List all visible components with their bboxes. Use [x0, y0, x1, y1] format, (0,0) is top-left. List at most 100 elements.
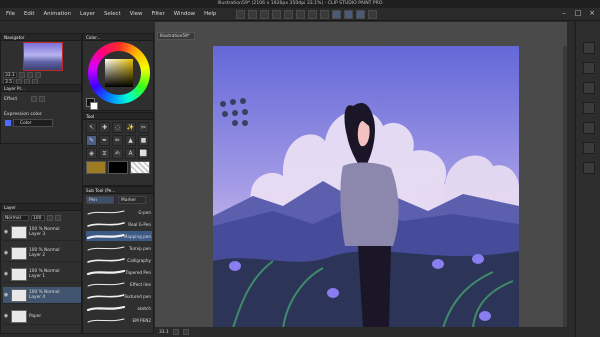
menu-layer[interactable]: Layer: [80, 11, 95, 17]
sub-color-swatch[interactable]: [90, 102, 98, 110]
layer-row[interactable]: ◉ 100 % Normal Layer 1: [3, 266, 81, 283]
saturation-value-box[interactable]: [105, 59, 133, 87]
settings-panel-icon[interactable]: [583, 142, 595, 154]
menu-filter[interactable]: Filter: [151, 11, 164, 17]
pen-tool-icon[interactable]: ✎: [86, 135, 97, 146]
eye-icon[interactable]: ◉: [3, 292, 9, 298]
tab-color[interactable]: Color...: [86, 35, 101, 40]
brush-item[interactable]: Tapered Pen: [86, 267, 152, 277]
opacity-field[interactable]: 100: [31, 214, 45, 221]
brush-item[interactable]: Effect line: [86, 279, 152, 289]
brush-item[interactable]: Calligraphy: [86, 255, 152, 265]
tab-subtool[interactable]: Sub Tool (Pe...: [86, 188, 115, 193]
layer-row[interactable]: ◉ 100 % Normal Layer 2: [3, 245, 81, 262]
auto-select-tool-icon[interactable]: ✨: [125, 122, 136, 133]
menu-file[interactable]: File: [6, 11, 15, 17]
ruler-icon[interactable]: [344, 10, 353, 19]
operation-tool-icon[interactable]: ✚: [99, 122, 110, 133]
layer-row[interactable]: ◉ 100 % Normal Layer 4: [3, 287, 81, 304]
brush-item[interactable]: G-pen: [86, 207, 152, 217]
brush-item[interactable]: Textured pen: [86, 291, 152, 301]
document-tab[interactable]: Illustration59*: [157, 32, 195, 40]
brush-item[interactable]: EM PEN2: [86, 315, 152, 325]
fill-tool-icon[interactable]: ◈: [86, 148, 97, 159]
eraser-tool-icon[interactable]: ■: [138, 135, 149, 146]
redo-icon[interactable]: [284, 10, 293, 19]
eyedropper-tool-icon[interactable]: ✂: [138, 122, 149, 133]
settings-icon[interactable]: [368, 10, 377, 19]
artwork-canvas[interactable]: [213, 46, 519, 328]
frame-tool-icon[interactable]: ⬜: [138, 148, 149, 159]
artwork-image: [213, 46, 519, 328]
clip-icon[interactable]: [55, 214, 61, 221]
menu-view[interactable]: View: [130, 11, 143, 17]
brush-item[interactable]: Turnip pen: [86, 243, 152, 253]
zoom-out-icon[interactable]: [26, 71, 33, 78]
maximize-icon[interactable]: □: [574, 9, 582, 17]
border-effect-icon[interactable]: [31, 96, 37, 102]
tab-navigator[interactable]: Navigator: [4, 35, 25, 40]
navigator-thumbnail[interactable]: [23, 42, 63, 71]
layer-row[interactable]: ◉ Paper: [3, 308, 81, 325]
grid-icon[interactable]: [356, 10, 365, 19]
tab-layer[interactable]: Layer: [4, 205, 16, 210]
pen-group-icon[interactable]: [86, 161, 106, 174]
info-icon[interactable]: [583, 82, 595, 94]
eye-icon[interactable]: ◉: [3, 250, 9, 256]
clear-icon[interactable]: [296, 10, 305, 19]
blend-mode-select[interactable]: Normal: [3, 214, 29, 221]
canvas-vertical-scrollbar[interactable]: [563, 46, 567, 328]
tone-effect-icon[interactable]: [39, 96, 45, 102]
undo-icon[interactable]: [272, 10, 281, 19]
menu-edit[interactable]: Edit: [24, 11, 34, 17]
menu-help[interactable]: Help: [204, 11, 216, 17]
zoom-status[interactable]: 33.1: [159, 330, 169, 335]
tab-marker[interactable]: Marker: [118, 196, 146, 204]
snap-icon[interactable]: [332, 10, 341, 19]
transform-icon[interactable]: [308, 10, 317, 19]
brush-item[interactable]: Mapping pen: [86, 231, 152, 241]
zoom-in-icon[interactable]: [18, 71, 25, 78]
tool-grid: ↖ ✚ ◌ ✨ ✂ ✎ ✒ ✏ ▲ ■ ◈ ⧖ ✍ A ⬜: [86, 122, 149, 159]
save-icon[interactable]: [260, 10, 269, 19]
fit-icon[interactable]: [34, 71, 41, 78]
lock-icon[interactable]: [47, 214, 53, 221]
zoom-in-status-icon[interactable]: [182, 329, 189, 335]
eye-icon[interactable]: ◉: [3, 313, 9, 319]
menu-select[interactable]: Select: [104, 11, 121, 17]
tab-layer-property[interactable]: Layer Pr...: [4, 86, 25, 91]
menu-animation[interactable]: Animation: [43, 11, 70, 17]
layer-row[interactable]: ◉ 100 % Normal Layer 3: [3, 224, 81, 241]
transparent-color-icon[interactable]: [130, 161, 150, 174]
material-icon[interactable]: [583, 42, 595, 54]
move-tool-icon[interactable]: ↖: [86, 122, 97, 133]
menu-window[interactable]: Window: [174, 11, 195, 17]
brush-item[interactable]: sketch: [86, 303, 152, 313]
zoom-out-status-icon[interactable]: [172, 329, 179, 335]
close-icon[interactable]: ×: [588, 9, 596, 17]
marker-group-icon[interactable]: [108, 161, 128, 174]
text-tool-icon[interactable]: A: [125, 148, 136, 159]
new-icon[interactable]: [236, 10, 245, 19]
airbrush-tool-icon[interactable]: ▲: [125, 135, 136, 146]
figure-tool-icon[interactable]: ✍: [112, 148, 123, 159]
open-icon[interactable]: [248, 10, 257, 19]
pencil-tool-icon[interactable]: ✒: [99, 135, 110, 146]
brush-item[interactable]: Real G-Pen: [86, 219, 152, 229]
expression-color-select[interactable]: Color: [13, 119, 53, 127]
quick-access-icon[interactable]: [583, 162, 595, 174]
animation-icon[interactable]: [583, 122, 595, 134]
tab-pen[interactable]: Pen: [86, 196, 114, 204]
layer-thumbnail: [11, 225, 27, 239]
history-icon[interactable]: [583, 62, 595, 74]
gradient-tool-icon[interactable]: ⧖: [99, 148, 110, 159]
brush-tool-icon[interactable]: ✏: [112, 135, 123, 146]
tab-tool[interactable]: Tool: [86, 114, 94, 119]
layer-search-icon[interactable]: [583, 102, 595, 114]
eye-icon[interactable]: ◉: [3, 229, 9, 235]
eye-icon[interactable]: ◉: [3, 271, 9, 277]
selection-tool-icon[interactable]: ◌: [112, 122, 123, 133]
minimize-icon[interactable]: –: [560, 9, 568, 17]
zoom-field[interactable]: 33.1: [3, 71, 17, 78]
fill-icon[interactable]: [320, 10, 329, 19]
